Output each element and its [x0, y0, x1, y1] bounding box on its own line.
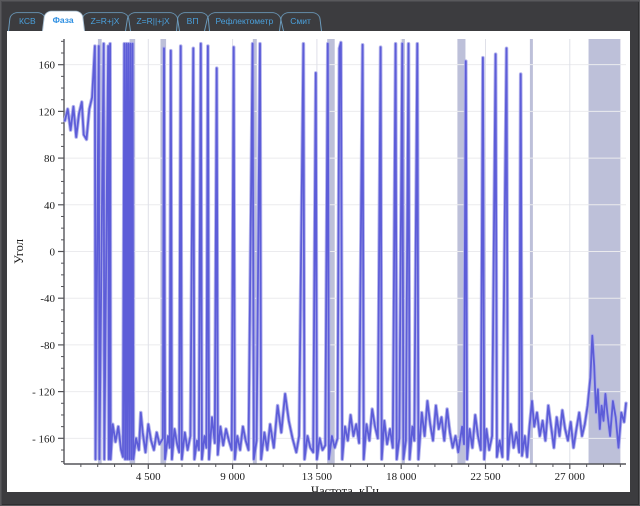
app-window: КСВ Фаза Z=R+jX Z=R||+jX ВП Рефлектометр…	[0, 0, 640, 506]
x-axis-tick-label: 18 000	[386, 471, 417, 483]
y-axis-tick-label: 80	[44, 153, 56, 165]
y-axis-tick-label: 120	[39, 106, 56, 118]
y-axis-tick-label: 40	[44, 200, 56, 212]
tab-smith[interactable]: Смит	[279, 10, 322, 31]
tab-vp-label: ВП	[187, 16, 199, 26]
y-axis-tick-label: -80	[40, 340, 55, 352]
y-axis-tick-label: - 120	[32, 387, 55, 399]
y-axis-title: Угол	[12, 239, 26, 264]
y-axis-tick-label: 160	[39, 60, 56, 72]
tab-z-parallel[interactable]: Z=R||+jX	[125, 10, 180, 31]
phase-line	[65, 43, 626, 460]
x-axis-tick-label: 22 500	[470, 471, 501, 483]
x-axis-title: Частота, кГц	[311, 484, 379, 492]
y-axis-tick-label: -40	[40, 293, 55, 305]
phase-chart: 4 500 9 000 13 500 18 000 22 500 27 000 - 160 -…	[7, 31, 630, 492]
tab-ksv-label: КСВ	[19, 16, 36, 26]
x-axis-tick-label: 4 500	[136, 471, 161, 483]
tab-reflectometer[interactable]: Рефлектометр	[204, 10, 284, 31]
tab-smith-label: Смит	[290, 16, 311, 26]
tab-z-series-label: Z=R+jX	[91, 16, 120, 26]
x-axis-tick-label: 13 500	[302, 471, 333, 483]
tab-phase-label: Фаза	[53, 15, 74, 25]
x-axis-tick-label: 27 000	[555, 471, 586, 483]
chart-panel: 4 500 9 000 13 500 18 000 22 500 27 000 - 160 -…	[7, 31, 630, 492]
tab-bar: КСВ Фаза Z=R+jX Z=R||+jX ВП Рефлектометр…	[8, 5, 627, 31]
y-axis-tick-label: - 160	[32, 433, 55, 445]
x-axis-tick-label: 9 000	[220, 471, 245, 483]
tab-phase[interactable]: Фаза	[42, 8, 85, 31]
tab-z-series[interactable]: Z=R+jX	[80, 10, 131, 31]
phase-line-halo	[65, 43, 626, 460]
tab-z-parallel-label: Z=R||+jX	[136, 16, 169, 26]
tab-reflectometer-label: Рефлектометр	[215, 16, 273, 26]
y-axis-tick-label: 0	[50, 247, 56, 259]
